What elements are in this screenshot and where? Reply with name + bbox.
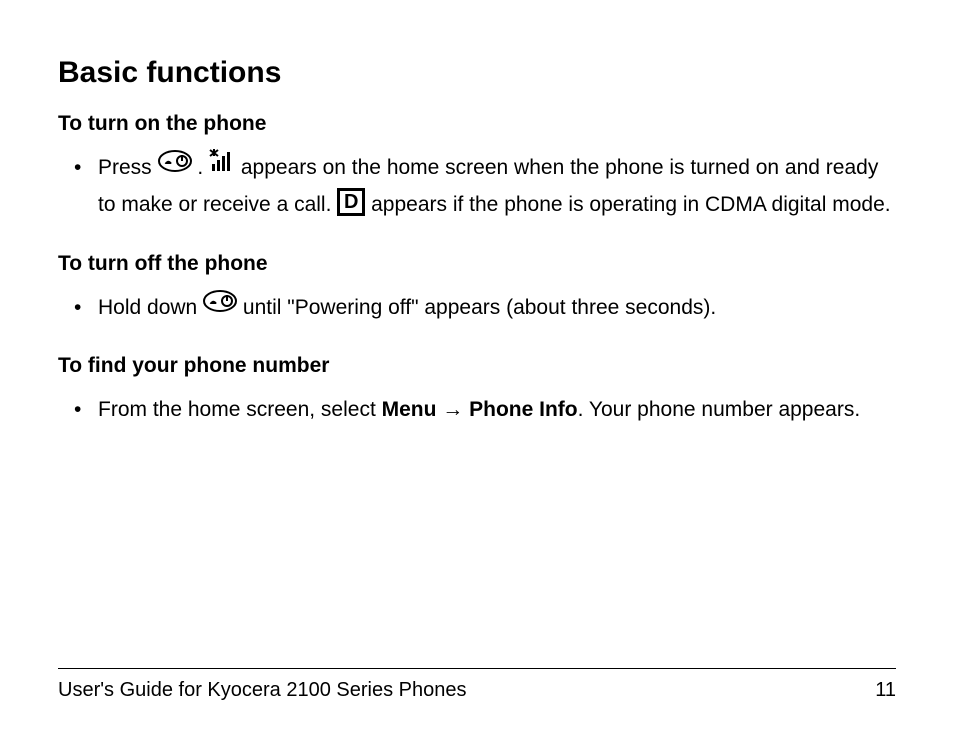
signal-bars-icon	[209, 148, 235, 185]
footer: User's Guide for Kyocera 2100 Series Pho…	[58, 668, 896, 702]
text: . Your phone number appears.	[578, 398, 861, 421]
list-find-number: From the home screen, select Menu → Phon…	[58, 392, 896, 429]
menu-label: Menu	[382, 398, 437, 421]
list-item: From the home screen, select Menu → Phon…	[98, 392, 896, 429]
power-key-icon	[203, 288, 237, 325]
power-key-icon	[158, 148, 192, 185]
list-item: Hold down until "Powering off" appears (…	[98, 290, 896, 327]
list-turn-off: Hold down until "Powering off" appears (…	[58, 290, 896, 327]
page: Basic functions To turn on the phone Pre…	[0, 0, 954, 738]
text: appears if the phone is operating in CDM…	[371, 193, 890, 216]
page-title: Basic functions	[58, 56, 896, 90]
text: Hold down	[98, 296, 203, 319]
arrow-icon: →	[436, 398, 469, 421]
section-heading-find-number: To find your phone number	[58, 354, 896, 378]
list-turn-on: Press .	[58, 150, 896, 224]
text: From the home screen, select	[98, 398, 382, 421]
digital-mode-icon: D	[337, 188, 365, 216]
list-item: Press .	[98, 150, 896, 224]
section-heading-turn-off: To turn off the phone	[58, 252, 896, 276]
page-number: 11	[875, 679, 896, 702]
phone-info-label: Phone Info	[469, 398, 578, 421]
section-heading-turn-on: To turn on the phone	[58, 112, 896, 136]
text: .	[197, 156, 209, 179]
text: Press	[98, 156, 158, 179]
footer-title: User's Guide for Kyocera 2100 Series Pho…	[58, 679, 466, 702]
text: until "Powering off" appears (about thre…	[243, 296, 716, 319]
